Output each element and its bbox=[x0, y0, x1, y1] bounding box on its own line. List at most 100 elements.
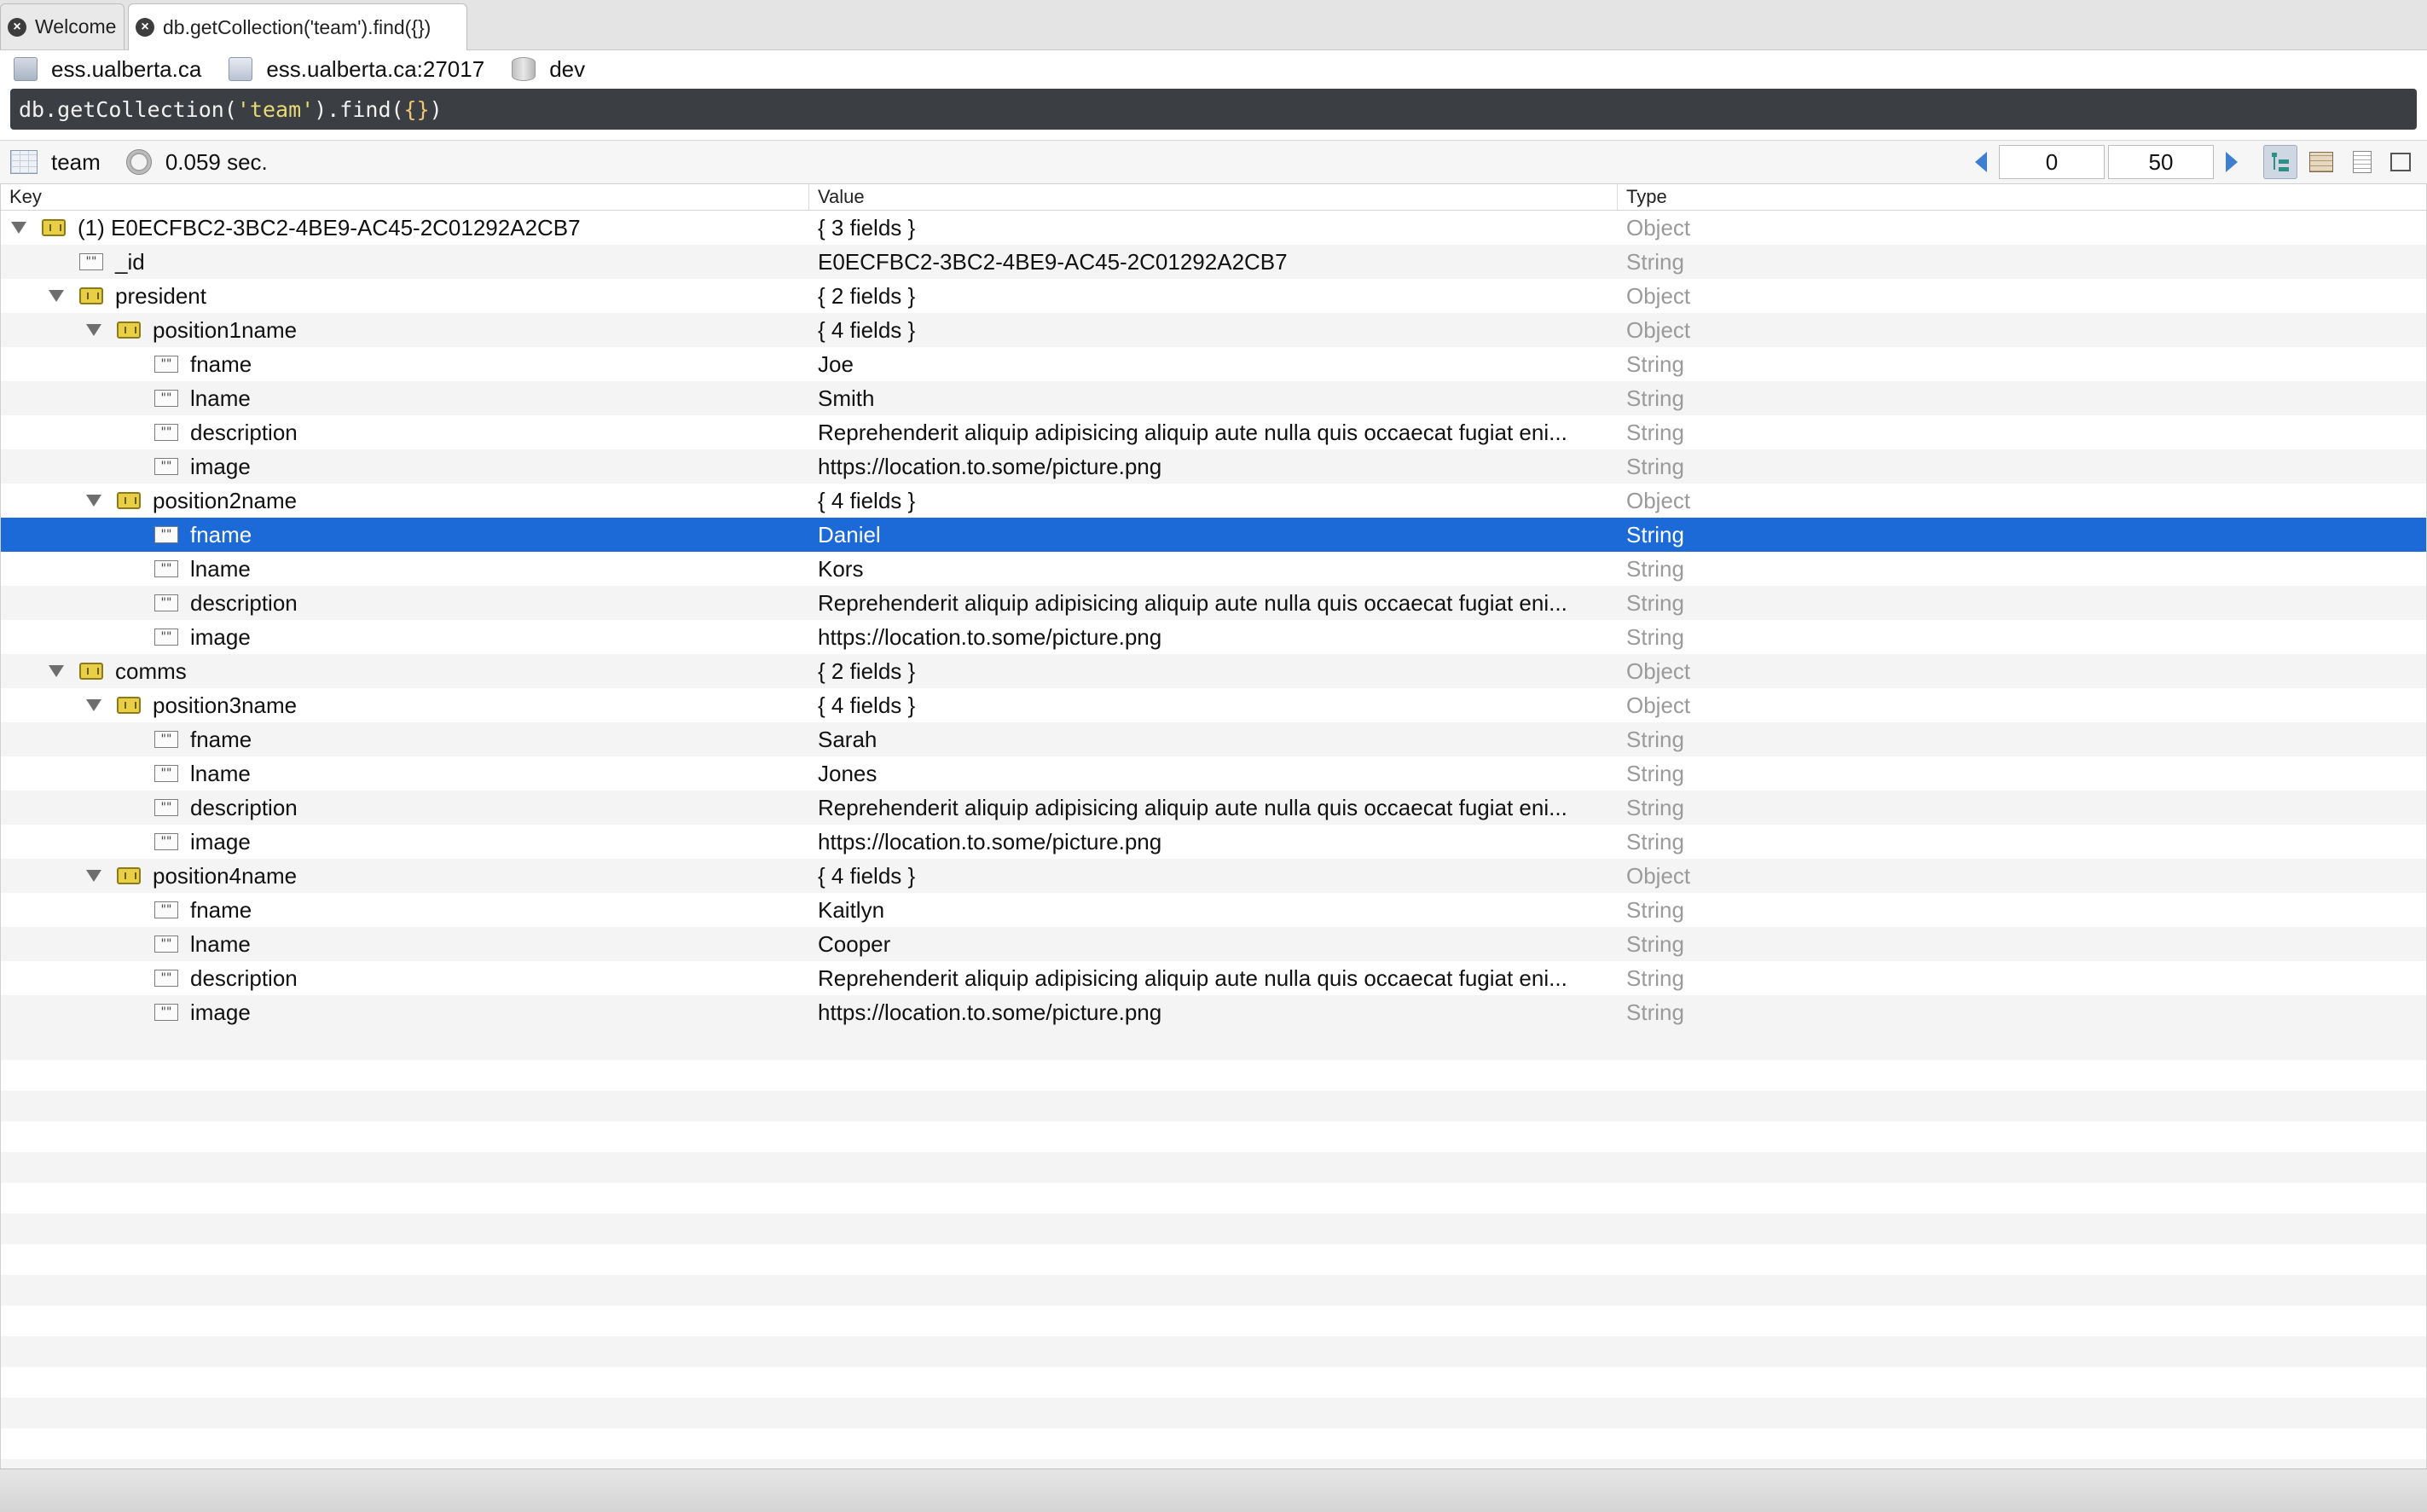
key-label: lname bbox=[190, 760, 251, 786]
type-cell: String bbox=[1626, 589, 1684, 616]
elapsed-time: 0.059 sec. bbox=[165, 148, 268, 175]
tree-row[interactable]: "" fname Joe String bbox=[1, 347, 2426, 381]
server-icon bbox=[14, 57, 38, 81]
result-toolbar: team 0.059 sec. bbox=[0, 140, 2427, 184]
value-cell: { 2 fields } bbox=[818, 658, 916, 684]
tree-view-button[interactable] bbox=[2263, 145, 2297, 179]
type-cell: String bbox=[1626, 930, 1684, 957]
key-cell: "" fname bbox=[1, 351, 809, 378]
empty-row bbox=[1, 1152, 2426, 1183]
database-icon bbox=[512, 57, 536, 81]
tab-label: db.getCollection('team').find({}) bbox=[163, 15, 432, 38]
expand-toggle-icon[interactable] bbox=[49, 290, 64, 302]
tree-row[interactable]: comms { 2 fields } Object bbox=[1, 654, 2426, 688]
tree-row[interactable]: position1name { 4 fields } Object bbox=[1, 313, 2426, 347]
skip-input[interactable] bbox=[1999, 145, 2105, 179]
object-icon bbox=[79, 287, 103, 304]
expand-toggle-icon[interactable] bbox=[49, 665, 64, 677]
tree-row[interactable]: "" lname Smith String bbox=[1, 381, 2426, 415]
key-cell: position2name bbox=[1, 488, 809, 514]
type-cell: String bbox=[1626, 794, 1684, 820]
tree-row[interactable]: "" description Reprehenderit aliquip adipi… bbox=[1, 586, 2426, 620]
key-label: comms bbox=[115, 658, 187, 684]
value-cell: Smith bbox=[818, 385, 875, 411]
value-column-header[interactable]: Value bbox=[809, 184, 1618, 210]
tree-row[interactable]: president { 2 fields } Object bbox=[1, 279, 2426, 313]
empty-row bbox=[1, 1275, 2426, 1306]
type-cell: String bbox=[1626, 453, 1684, 479]
table-view-button[interactable] bbox=[2304, 145, 2338, 179]
expand-toggle-icon[interactable] bbox=[11, 222, 26, 234]
empty-row bbox=[1, 1398, 2426, 1428]
status-bar bbox=[0, 1469, 2427, 1512]
tree-row[interactable]: "" description Reprehenderit aliquip adipi… bbox=[1, 791, 2426, 825]
tree-row[interactable]: "" description Reprehenderit aliquip adipi… bbox=[1, 961, 2426, 995]
empty-row bbox=[1, 1336, 2426, 1367]
key-cell: "" image bbox=[1, 829, 809, 855]
type-cell: Object bbox=[1626, 282, 1691, 309]
value-cell: { 4 fields } bbox=[818, 316, 916, 343]
tree-row[interactable]: "" lname Cooper String bbox=[1, 927, 2426, 961]
tree-row[interactable]: "" fname Sarah String bbox=[1, 722, 2426, 756]
tree-row[interactable]: "" _id E0ECFBC2-3BC2-4BE9-AC45-2C01292A2CB… bbox=[1, 245, 2426, 279]
value-cell: https://location.to.some/picture.png bbox=[818, 828, 1162, 854]
tree-row[interactable]: "" lname Jones String bbox=[1, 756, 2426, 791]
value-cell: Jones bbox=[818, 760, 878, 786]
tree-row[interactable]: "" image https://location.to.some/picture.… bbox=[1, 620, 2426, 654]
text-view-button[interactable] bbox=[2345, 145, 2379, 179]
expand-toggle-icon[interactable] bbox=[86, 324, 101, 336]
maximize-button[interactable] bbox=[2386, 145, 2420, 179]
tree-row[interactable]: "" lname Kors String bbox=[1, 552, 2426, 586]
expand-toggle-icon[interactable] bbox=[86, 495, 101, 507]
pager bbox=[1975, 141, 2427, 183]
table-view-icon bbox=[2309, 152, 2333, 172]
string-icon: "" bbox=[154, 799, 178, 816]
type-column-header[interactable]: Type bbox=[1618, 184, 2426, 210]
query-editor[interactable]: db.getCollection('team').find({}) bbox=[10, 89, 2417, 130]
key-cell: position4name bbox=[1, 863, 809, 889]
key-cell: "" description bbox=[1, 965, 809, 992]
limit-input[interactable] bbox=[2108, 145, 2214, 179]
tree-row[interactable]: "" fname Kaitlyn String bbox=[1, 893, 2426, 927]
type-cell: String bbox=[1626, 521, 1684, 547]
object-icon bbox=[117, 492, 141, 509]
type-cell: String bbox=[1626, 555, 1684, 582]
tree-row[interactable]: "" image https://location.to.some/picture.… bbox=[1, 449, 2426, 484]
collection-icon bbox=[10, 150, 38, 174]
tree-row[interactable]: position3name { 4 fields } Object bbox=[1, 688, 2426, 722]
tree-row[interactable]: "" description Reprehenderit aliquip adipi… bbox=[1, 415, 2426, 449]
key-column-header[interactable]: Key bbox=[1, 184, 809, 210]
string-icon: "" bbox=[154, 901, 178, 918]
tree-row[interactable]: "" image https://location.to.some/picture.… bbox=[1, 825, 2426, 859]
rows-container: (1) E0ECFBC2-3BC2-4BE9-AC45-2C01292A2CB7… bbox=[1, 211, 2426, 1029]
tree-row[interactable]: position2name { 4 fields } Object bbox=[1, 484, 2426, 518]
tree-row[interactable]: (1) E0ECFBC2-3BC2-4BE9-AC45-2C01292A2CB7… bbox=[1, 211, 2426, 245]
key-label: position3name bbox=[153, 692, 298, 718]
next-page-icon[interactable] bbox=[2226, 152, 2238, 172]
key-cell: president bbox=[1, 283, 809, 310]
close-icon[interactable]: × bbox=[136, 18, 154, 37]
expand-toggle-icon[interactable] bbox=[86, 699, 101, 711]
object-icon bbox=[117, 322, 141, 339]
tab-welcome[interactable]: × Welcome bbox=[0, 3, 125, 49]
tree-row[interactable]: position4name { 4 fields } Object bbox=[1, 859, 2426, 893]
value-cell: Kors bbox=[818, 555, 864, 582]
object-icon bbox=[117, 697, 141, 714]
close-icon[interactable]: × bbox=[8, 17, 26, 37]
type-cell: Object bbox=[1626, 214, 1691, 240]
previous-page-icon[interactable] bbox=[1975, 152, 1987, 172]
server-item: ess.ualberta.ca bbox=[14, 56, 201, 83]
tab-query[interactable]: × db.getCollection('team').find({}) bbox=[128, 3, 467, 50]
type-cell: Object bbox=[1626, 658, 1691, 684]
expand-toggle-icon[interactable] bbox=[86, 870, 101, 882]
tree-row[interactable]: "" image https://location.to.some/picture.… bbox=[1, 995, 2426, 1029]
string-icon: "" bbox=[154, 594, 178, 611]
key-cell: position1name bbox=[1, 317, 809, 344]
string-icon: "" bbox=[154, 936, 178, 953]
type-cell: String bbox=[1626, 623, 1684, 650]
tree-row[interactable]: "" fname Daniel String bbox=[1, 518, 2426, 552]
key-cell: position3name bbox=[1, 692, 809, 719]
value-cell: https://location.to.some/picture.png bbox=[818, 999, 1162, 1025]
type-cell: Object bbox=[1626, 316, 1691, 343]
value-cell: Kaitlyn bbox=[818, 896, 885, 923]
